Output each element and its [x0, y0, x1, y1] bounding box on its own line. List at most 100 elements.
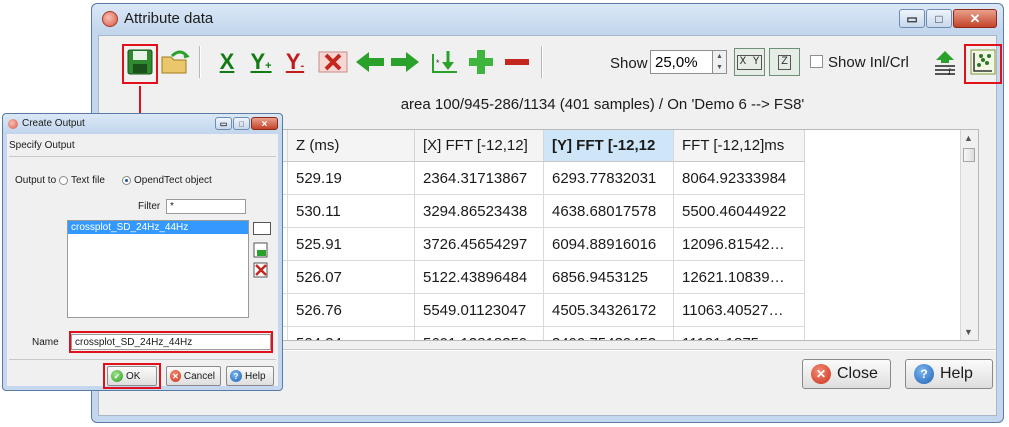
- minimize-button[interactable]: ▭: [899, 9, 925, 28]
- table-cell[interactable]: 3726.45654297: [414, 227, 544, 261]
- info-line: area 100/945-286/1134 (401 samples) / On…: [400, 96, 805, 113]
- table-cell[interactable]: 5500.46044922: [673, 194, 805, 228]
- list-item[interactable]: crossplot_SD_24Hz_44Hz: [68, 221, 248, 234]
- folder-open-icon: [161, 50, 190, 74]
- close-button-label: Close: [837, 365, 878, 382]
- table-cell[interactable]: 8064.92333984: [673, 161, 805, 195]
- table-cell[interactable]: 526.07: [287, 260, 415, 294]
- table-cell[interactable]: 11131.1875: [673, 326, 805, 340]
- app-icon: [102, 11, 118, 27]
- minimize-icon: ▭: [906, 11, 918, 26]
- table-cell[interactable]: 530.11: [287, 194, 415, 228]
- table-cell[interactable]: 529.19: [287, 161, 415, 195]
- table-cell[interactable]: 525.91: [287, 227, 415, 261]
- remove-row-button[interactable]: [501, 46, 533, 78]
- table-cell[interactable]: 5601.13818359: [414, 326, 544, 340]
- vertical-scrollbar[interactable]: ▲ ▼: [960, 130, 978, 340]
- move-right-button[interactable]: [389, 46, 421, 78]
- remove-entry-icon[interactable]: [253, 262, 269, 278]
- xy-toggle-button[interactable]: X Y: [734, 48, 765, 76]
- column-header[interactable]: [X] FFT [-12,12]: [414, 130, 544, 162]
- table-cell[interactable]: 526.76: [287, 293, 415, 327]
- show-percentage-input[interactable]: [650, 50, 713, 74]
- y-plus-letter: Y: [250, 49, 266, 74]
- title-bar[interactable]: Attribute data ▭ □ ✕: [92, 4, 1003, 34]
- name-label: Name: [32, 337, 59, 348]
- table-cell[interactable]: 5549.01123047: [414, 293, 544, 327]
- show-inl-crl-checkbox[interactable]: [810, 55, 823, 68]
- help-button-label: Help: [940, 365, 973, 382]
- browse-icon[interactable]: [253, 222, 271, 235]
- arrow-right-icon: [391, 52, 419, 72]
- dialog-heading: Specify Output: [9, 140, 75, 151]
- z-icon: Z: [778, 54, 791, 70]
- table-cell[interactable]: 11063.40527…: [673, 293, 805, 327]
- object-list[interactable]: crossplot_SD_24Hz_44Hz: [67, 220, 249, 318]
- table-cell[interactable]: 4638.68017578: [543, 194, 674, 228]
- scroll-thumb[interactable]: [963, 148, 975, 162]
- cancel-button[interactable]: ✕ Cancel: [166, 366, 221, 386]
- column-header[interactable]: Z (ms): [287, 130, 415, 162]
- table-cell[interactable]: 5122.43896484: [414, 260, 544, 294]
- dialog-app-icon: [8, 119, 18, 129]
- table-cell[interactable]: 6293.77832031: [543, 161, 674, 195]
- x-axis-icon: X: [219, 49, 235, 74]
- table-cell[interactable]: 12621.10839…: [673, 260, 805, 294]
- table-cell[interactable]: 6856.9453125: [543, 260, 674, 294]
- dialog-title-bar[interactable]: Create Output ▭ □ ✕: [3, 114, 282, 134]
- save-copy-icon[interactable]: [253, 242, 269, 258]
- svg-text:*: *: [435, 59, 440, 69]
- plus-icon: [469, 50, 493, 74]
- dialog-client: Specify Output Output to Text file Opend…: [7, 134, 278, 389]
- sort-button[interactable]: *: [429, 46, 461, 78]
- table-cell[interactable]: 3499.75439453: [543, 326, 674, 340]
- table-cell[interactable]: 2364.31713867: [414, 161, 544, 195]
- dialog-separator-2: [9, 359, 276, 360]
- crossplot-highlight: [964, 44, 1002, 84]
- scroll-up-icon[interactable]: ▲: [964, 133, 973, 143]
- ok-highlight: [103, 363, 161, 389]
- column-header[interactable]: [Y] FFT [-12,12: [543, 130, 674, 162]
- add-y-button[interactable]: Y+: [245, 46, 277, 78]
- minus-icon: [505, 59, 529, 65]
- cancel-icon: ✕: [170, 370, 181, 382]
- text-file-radio[interactable]: [59, 176, 68, 185]
- dialog-title: Create Output: [22, 118, 85, 129]
- table-cell[interactable]: 3294.86523438: [414, 194, 544, 228]
- set-x-button[interactable]: X: [211, 46, 243, 78]
- close-button[interactable]: ✕ Close: [802, 359, 891, 389]
- column-header[interactable]: FFT [-12,12]ms: [673, 130, 805, 162]
- table-cell[interactable]: 6094.88916016: [543, 227, 674, 261]
- filter-label: Filter: [138, 201, 161, 212]
- dialog-maximize-button[interactable]: □: [233, 117, 250, 130]
- spin-down-icon: ▼: [716, 64, 723, 71]
- table-cell[interactable]: 12096.81542…: [673, 227, 805, 261]
- table-cell[interactable]: 524.34: [287, 326, 415, 340]
- add-row-button[interactable]: [465, 46, 497, 78]
- dialog-minimize-button[interactable]: ▭: [215, 117, 232, 130]
- close-window-button[interactable]: ✕: [953, 9, 997, 28]
- z-toggle-button[interactable]: Z: [769, 48, 800, 76]
- output-to-label: Output to: [15, 175, 57, 186]
- dialog-help-button[interactable]: ? Help: [226, 366, 274, 386]
- move-left-button[interactable]: [354, 46, 386, 78]
- xy-icon: X Y: [736, 54, 763, 70]
- stats-button[interactable]: i: [929, 46, 961, 78]
- close-icon: ✕: [261, 119, 268, 128]
- y-minus-sub: -: [300, 60, 305, 72]
- help-button[interactable]: ? Help: [905, 359, 993, 389]
- opendtect-object-label: OpendTect object: [134, 175, 212, 186]
- maximize-button[interactable]: □: [926, 9, 952, 28]
- delete-column-button[interactable]: [317, 46, 349, 78]
- remove-y-button[interactable]: Y-: [279, 46, 311, 78]
- filter-input[interactable]: [166, 199, 246, 214]
- table-cell[interactable]: 4505.34326172: [543, 293, 674, 327]
- maximize-icon: □: [239, 119, 244, 128]
- delete-x-icon: [318, 51, 348, 73]
- show-percentage-spinner[interactable]: ▲ ▼: [713, 50, 727, 74]
- dialog-close-button[interactable]: ✕: [251, 117, 278, 130]
- opendtect-object-radio[interactable]: [122, 176, 131, 185]
- scroll-down-icon[interactable]: ▼: [964, 327, 973, 337]
- open-folder-button[interactable]: [159, 46, 191, 78]
- close-icon: ✕: [969, 10, 981, 26]
